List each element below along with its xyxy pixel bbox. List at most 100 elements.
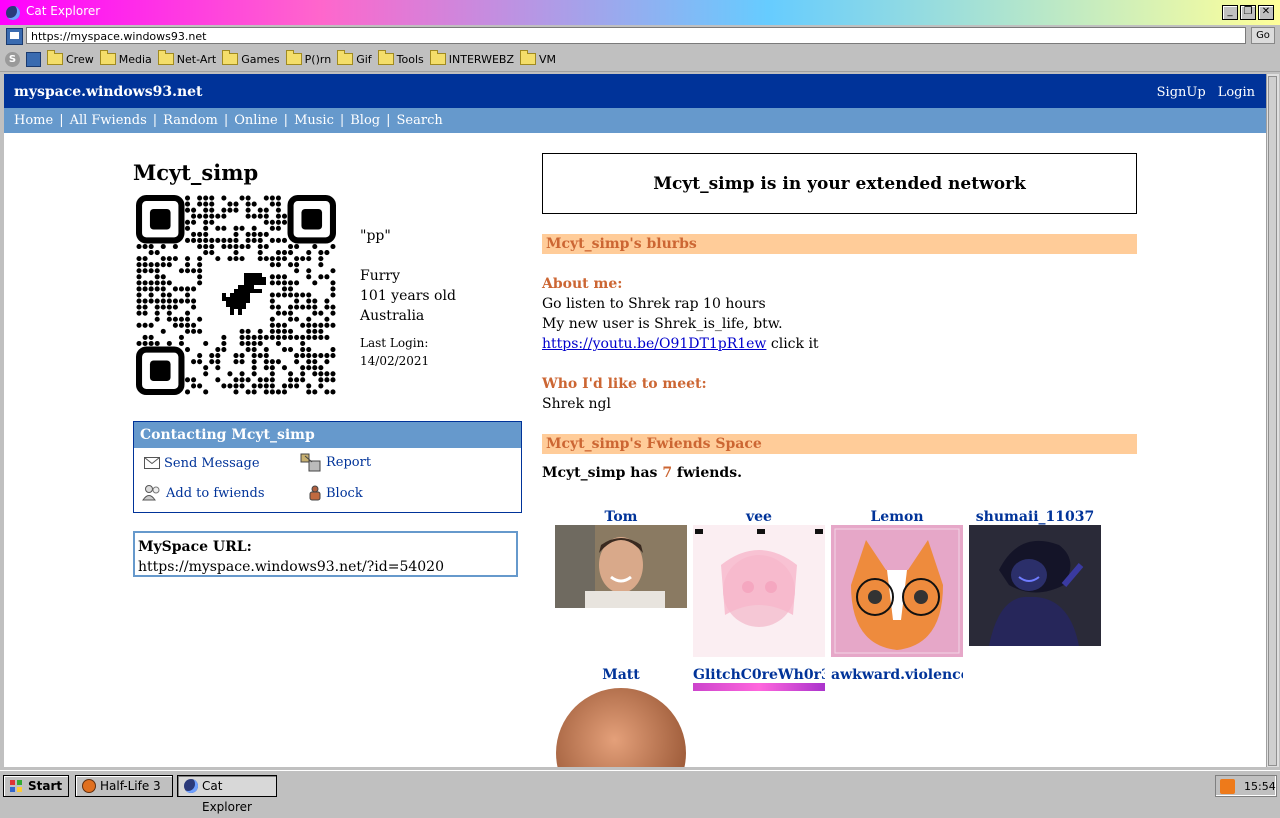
site-header: myspace.windows93.net SignUp Login (4, 74, 1266, 108)
bookmark-tools[interactable]: Tools (377, 50, 424, 66)
friend-name[interactable]: GlitchC0reWh0r3 (693, 667, 825, 683)
url-input[interactable]: https://myspace.windows93.net (26, 27, 1246, 44)
extended-network-box: Mcyt_simp is in your extended network (542, 153, 1137, 214)
nav-search[interactable]: Search (397, 113, 443, 128)
restore-button[interactable]: ❐ (1240, 5, 1256, 20)
folder-icon (157, 50, 174, 65)
bookmark-crew[interactable]: Crew (47, 50, 94, 66)
rss-icon[interactable] (1220, 779, 1235, 794)
friend-avatar[interactable] (693, 683, 825, 691)
start-icon (9, 779, 23, 793)
report-link[interactable]: Report (300, 452, 371, 472)
profile-age: 101 years old (360, 288, 456, 304)
report-icon (300, 452, 322, 472)
friend-card[interactable]: awkward.violence (831, 667, 963, 683)
about-line-2: My new user is Shrek_is_life, btw. (542, 316, 783, 332)
folder-icon (99, 50, 116, 65)
window-titlebar: Cat Explorer _ ❐ ✕ (0, 0, 1280, 25)
friend-name[interactable]: Matt (555, 667, 687, 683)
contact-box: Contacting Mcyt_simp Send Message Report… (133, 421, 522, 513)
go-button[interactable]: Go (1251, 27, 1275, 44)
half-life-icon (82, 779, 96, 793)
friend-name[interactable]: Tom (555, 509, 687, 525)
profile-info: "pp" Furry 101 years old Australia Last … (360, 226, 456, 370)
task-half-life-3[interactable]: Half-Life 3 (75, 775, 173, 797)
signup-link[interactable]: SignUp (1157, 85, 1206, 100)
profile-quote: "pp" (360, 228, 391, 244)
s-icon[interactable]: S (5, 51, 20, 67)
bookmark-porn[interactable]: P()rn (285, 50, 331, 66)
about-me-text: Go listen to Shrek rap 10 hours My new u… (542, 294, 819, 354)
friend-card[interactable]: Tom (555, 509, 687, 612)
bookmark-interwebz[interactable]: INTERWEBZ (429, 50, 514, 66)
close-button[interactable]: ✕ (1258, 5, 1274, 20)
home-icon[interactable] (26, 51, 41, 67)
friend-avatar[interactable] (693, 525, 825, 657)
vertical-scrollbar[interactable] (1266, 74, 1279, 767)
site-title[interactable]: myspace.windows93.net (14, 84, 203, 100)
friend-count-number: 7 (662, 465, 673, 481)
page-viewport: myspace.windows93.net SignUp Login Home |… (4, 74, 1266, 767)
contact-title: Contacting Mcyt_simp (134, 422, 521, 448)
nav-random[interactable]: Random (163, 113, 218, 128)
folder-icon (285, 50, 302, 65)
nav-all-fwiends[interactable]: All Fwiends (70, 113, 147, 128)
nav-music[interactable]: Music (294, 113, 334, 128)
folder-icon (377, 50, 394, 65)
friend-avatar[interactable] (555, 683, 687, 767)
friend-card[interactable]: GlitchC0reWh0r3 (693, 667, 825, 691)
add-friend-icon (142, 485, 162, 501)
scroll-thumb[interactable] (1268, 76, 1277, 766)
system-tray: 15:54 (1215, 775, 1277, 797)
clock: 15:54 (1244, 780, 1276, 793)
friend-name[interactable]: awkward.violence (831, 667, 963, 683)
minimize-button[interactable]: _ (1222, 5, 1238, 20)
who-to-meet-text: Shrek ngl (542, 396, 611, 412)
nav-home[interactable]: Home (14, 113, 53, 128)
login-link[interactable]: Login (1218, 85, 1255, 100)
friend-avatar[interactable] (831, 525, 963, 657)
folder-icon (222, 50, 239, 65)
bookmarks-bar: S Crew Media Net-Art Games P()rn Gif Too… (0, 47, 1280, 72)
block-icon (308, 485, 322, 501)
add-friend-link[interactable]: Add to fwiends (142, 485, 265, 501)
bookmark-vm[interactable]: VM (520, 50, 556, 66)
friend-name[interactable]: shumaii_11037 (969, 509, 1101, 525)
about-me-label: About me: (542, 276, 623, 292)
bookmark-games[interactable]: Games (222, 50, 280, 66)
folder-icon (429, 50, 446, 65)
who-to-meet-label: Who I'd like to meet: (542, 376, 707, 392)
browser-app-icon (6, 6, 20, 20)
blurbs-heading: Mcyt_simp's blurbs (542, 234, 1137, 254)
friend-name[interactable]: Lemon (831, 509, 963, 525)
youtube-link[interactable]: https://youtu.be/O91DT1pR1ew (542, 336, 766, 352)
browser-app-icon (184, 779, 198, 793)
profile-gender: Furry (360, 268, 401, 284)
friend-avatar[interactable] (969, 525, 1101, 646)
send-message-link[interactable]: Send Message (144, 456, 260, 471)
start-button[interactable]: Start (3, 775, 69, 797)
friend-card[interactable]: vee (693, 509, 825, 661)
page-icon (6, 28, 23, 45)
nav-blog[interactable]: Blog (350, 113, 380, 128)
friend-card[interactable]: Matt (555, 667, 687, 767)
bookmark-media[interactable]: Media (99, 50, 152, 66)
last-login-label: Last Login: (360, 336, 429, 350)
bookmark-gif[interactable]: Gif (337, 50, 372, 66)
window-title: Cat Explorer (26, 4, 101, 18)
friend-name[interactable]: vee (693, 509, 825, 525)
site-nav: Home | All Fwiends | Random | Online | Music… (4, 108, 1266, 133)
task-cat-explorer[interactable]: Cat Explorer (177, 775, 277, 814)
profile-name: Mcyt_simp (133, 160, 259, 185)
folder-icon (47, 50, 63, 65)
friend-count: Mcyt_simp has 7 fwiends. (542, 465, 742, 481)
nav-online[interactable]: Online (234, 113, 277, 128)
friend-card[interactable]: Lemon (831, 509, 963, 661)
block-link[interactable]: Block (308, 485, 363, 501)
myspace-url-value[interactable]: https://myspace.windows93.net/?id=54020 (138, 557, 513, 577)
bookmark-net-art[interactable]: Net-Art (157, 50, 216, 66)
myspace-url-box: MySpace URL: https://myspace.windows93.n… (133, 531, 518, 577)
friend-card[interactable]: shumaii_11037 (969, 509, 1101, 650)
friend-avatar[interactable] (555, 525, 687, 608)
taskbar: Start Half-Life 3 Cat Explorer 15:54 (0, 770, 1280, 814)
